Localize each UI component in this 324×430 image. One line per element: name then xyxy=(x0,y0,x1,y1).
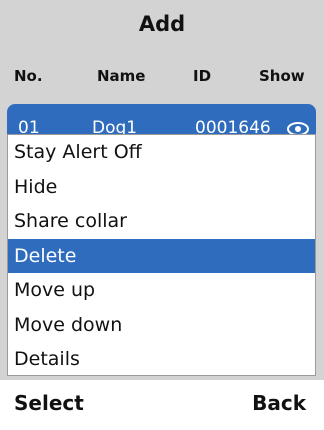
select-softkey[interactable]: Select xyxy=(14,391,84,415)
menu-item-details[interactable]: Details xyxy=(8,342,315,377)
context-menu: Stay Alert Off Hide Share collar Delete … xyxy=(7,134,316,376)
softkey-bar: Select Back xyxy=(0,380,324,430)
screen-title: Add xyxy=(138,12,186,36)
column-header-no: No. xyxy=(14,67,43,85)
menu-item-stay-alert-off[interactable]: Stay Alert Off xyxy=(8,135,315,170)
menu-item-move-down[interactable]: Move down xyxy=(8,308,315,343)
column-header-show: Show xyxy=(259,67,305,85)
menu-item-move-up[interactable]: Move up xyxy=(8,273,315,308)
menu-item-delete[interactable]: Delete xyxy=(8,238,315,273)
column-header-id: ID xyxy=(193,67,212,85)
device-screen: Add No. Name ID Show 01 Dog1 0001646 Sta… xyxy=(0,0,324,430)
back-softkey[interactable]: Back xyxy=(252,391,306,415)
column-header-name: Name xyxy=(97,67,146,85)
menu-item-share-collar[interactable]: Share collar xyxy=(8,204,315,239)
menu-item-hide[interactable]: Hide xyxy=(8,170,315,205)
column-headers: No. Name ID Show xyxy=(0,67,324,89)
